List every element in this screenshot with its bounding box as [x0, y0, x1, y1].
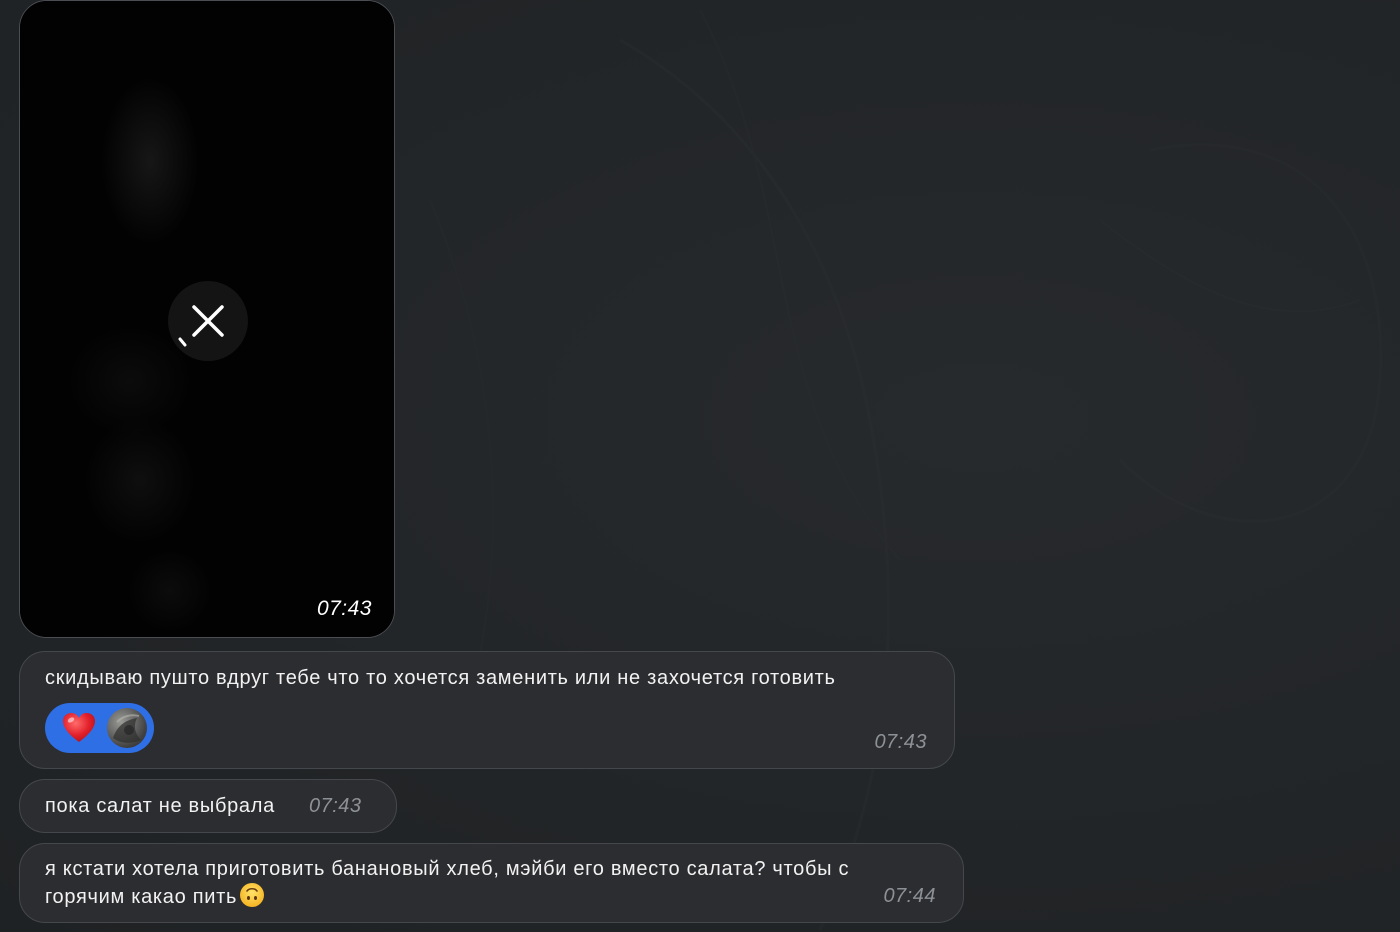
- message-time: 07:43: [874, 731, 927, 753]
- message-text-line-1: я кстати хотела приготовить банановый хл…: [45, 858, 850, 880]
- message-time: 07:43: [316, 597, 372, 620]
- message-text: горячим какао пить: [45, 886, 238, 908]
- message-time: 07:44: [883, 885, 936, 907]
- upside-down-face-icon: [240, 883, 265, 907]
- heart-icon: [63, 713, 95, 742]
- chat-area: 07:43 скидываю пушто вдруг тебе что то х…: [0, 0, 1400, 932]
- message-text-line-2: горячим какао пить: [45, 882, 265, 910]
- avatar: [107, 708, 147, 748]
- message-bubble[interactable]: скидываю пушто вдруг тебе что то хочется…: [19, 651, 955, 769]
- media-message[interactable]: 07:43: [19, 0, 395, 638]
- message-text: скидываю пушто вдруг тебе что то хочется…: [45, 667, 836, 689]
- close-icon: [178, 305, 224, 347]
- message-bubble[interactable]: я кстати хотела приготовить банановый хл…: [19, 843, 964, 923]
- message-time: 07:43: [309, 795, 362, 817]
- reaction-badge[interactable]: [45, 703, 154, 753]
- message-text: пока салат не выбрала: [45, 795, 275, 817]
- message-bubble[interactable]: пока салат не выбрала 07:43: [19, 779, 397, 833]
- cancel-download-button[interactable]: [168, 281, 248, 361]
